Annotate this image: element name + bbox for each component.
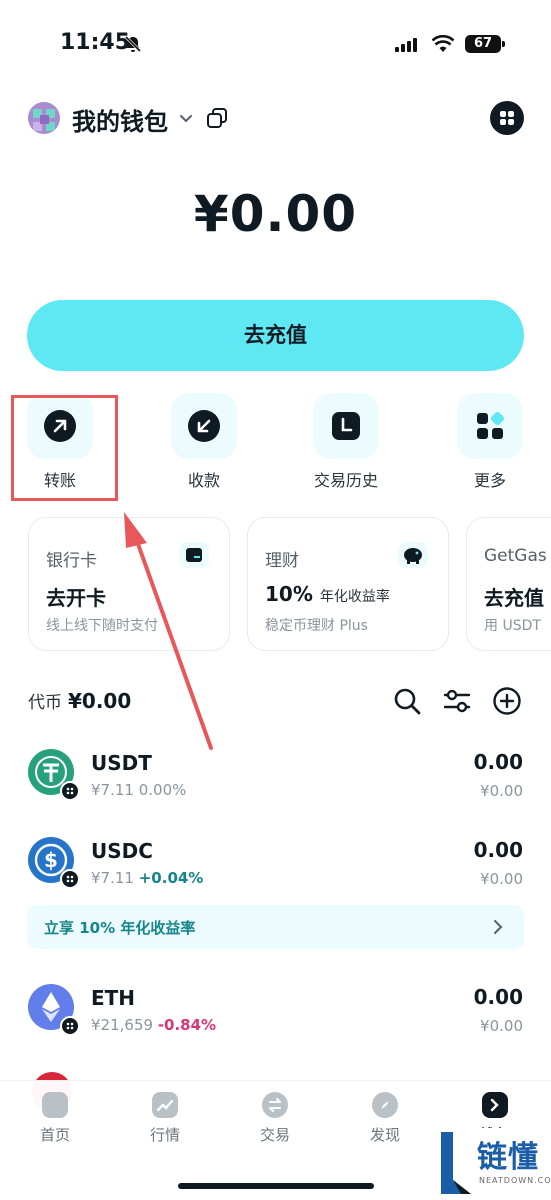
token-amount: 0.00: [473, 985, 523, 1009]
history-icon: [332, 412, 360, 440]
discover-icon[interactable]: [372, 1092, 398, 1118]
token-value: ¥0.00: [480, 782, 523, 800]
apy-value: 10%: [265, 582, 313, 606]
token-change: 0.00%: [138, 781, 187, 799]
watermark-text: 链懂: [477, 1140, 539, 1175]
topup-button[interactable]: 去充值: [27, 300, 524, 371]
signal-icon: [395, 38, 417, 52]
eth-logo-icon: [28, 984, 80, 1036]
total-balance: ¥0.00: [193, 185, 358, 243]
chain-badge-icon: [60, 869, 80, 889]
more-label: 更多: [473, 471, 506, 490]
watermark-sub: NEATDOWN.COM: [479, 1176, 551, 1185]
card-main: 10% 年化收益率: [265, 582, 390, 606]
card-title: 理财: [265, 551, 299, 571]
wallet-title[interactable]: 我的钱包: [72, 102, 168, 137]
watermark-l-icon: [441, 1132, 471, 1194]
card-sub: 线上线下随时支付: [46, 618, 158, 634]
token-name: ETH: [91, 986, 136, 1010]
watermark-logo: 链懂 NEATDOWN.COM: [435, 1128, 551, 1200]
earn-promo-banner[interactable]: 立享 10% 年化收益率: [27, 905, 524, 949]
token-name: USDT: [91, 751, 152, 775]
trade-icon[interactable]: [262, 1092, 288, 1118]
more-grid-icon: [477, 411, 505, 439]
usdt-logo-icon: [28, 749, 80, 801]
nav-home[interactable]: 首页: [15, 1124, 95, 1145]
chevron-down-icon[interactable]: [178, 110, 194, 126]
card-title: GetGas: [484, 546, 547, 566]
token-amount: 0.00: [473, 750, 523, 774]
apy-label: 年化收益率: [319, 589, 390, 605]
usdc-logo-icon: $: [28, 837, 80, 889]
token-row-usdc[interactable]: [0, 833, 551, 893]
receive-button[interactable]: [171, 393, 237, 459]
tokens-header: 代币 ¥0.00: [28, 688, 131, 713]
home-indicator: [178, 1183, 374, 1189]
bell-muted-icon: [124, 35, 142, 53]
getgas-card[interactable]: GetGas 去充值 用 USDT: [466, 517, 551, 651]
add-token-icon[interactable]: [492, 686, 522, 716]
promo-text: 立享 10% 年化收益率: [44, 919, 196, 937]
token-name: USDC: [91, 839, 153, 863]
filter-icon[interactable]: [442, 686, 472, 716]
home-icon[interactable]: [42, 1092, 68, 1118]
card-main: 去充值: [484, 586, 544, 610]
apps-grid-button[interactable]: [490, 101, 524, 135]
search-icon[interactable]: [392, 686, 422, 716]
receive-arrow-icon: [197, 419, 211, 433]
svg-text:$: $: [44, 848, 58, 872]
token-price: ¥7.11 +0.04%: [91, 869, 204, 887]
market-icon[interactable]: [152, 1092, 178, 1118]
token-change: +0.04%: [138, 869, 204, 887]
earn-card[interactable]: 理财 10% 年化收益率 稳定币理财 Plus: [247, 517, 449, 651]
token-row-eth[interactable]: [0, 980, 551, 1040]
avatar[interactable]: [28, 102, 60, 134]
chain-badge-icon: [60, 781, 80, 801]
token-change: -0.84%: [157, 1016, 217, 1034]
token-value: ¥0.00: [480, 1017, 523, 1035]
status-time: 11:45: [60, 30, 131, 55]
copy-icon[interactable]: [206, 107, 228, 129]
receive-label: 收款: [187, 471, 220, 490]
card-title: 银行卡: [46, 551, 97, 571]
piggy-bank-icon: [398, 542, 428, 568]
tokens-total: ¥0.00: [68, 689, 132, 713]
token-amount: 0.00: [473, 838, 523, 862]
history-label: 交易历史: [313, 471, 378, 490]
card-sub: 稳定币理财 Plus: [265, 618, 368, 634]
nav-trade[interactable]: 交易: [235, 1124, 315, 1145]
token-value: ¥0.00: [480, 870, 523, 888]
nav-market[interactable]: 行情: [125, 1124, 205, 1145]
token-price: ¥21,659 -0.84%: [91, 1016, 217, 1034]
more-button[interactable]: [457, 393, 523, 459]
wifi-icon: [432, 35, 454, 52]
card-main: 去开卡: [46, 586, 106, 610]
history-button[interactable]: [313, 393, 379, 459]
grid-icon: [500, 111, 514, 125]
nav-discover[interactable]: 发现: [345, 1124, 425, 1145]
wallet-icon[interactable]: [482, 1092, 508, 1118]
chevron-right-icon: [494, 920, 503, 934]
annotation-highlight-box: [11, 395, 118, 501]
chain-badge-icon: [60, 1016, 80, 1036]
tokens-label: 代币: [28, 693, 62, 713]
card-sub: 用 USDT: [484, 618, 541, 634]
bank-card[interactable]: 银行卡 去开卡 线上线下随时支付: [28, 517, 230, 651]
card-icon: [179, 542, 209, 568]
token-row-usdt[interactable]: [0, 745, 551, 805]
battery-level: 67: [465, 35, 505, 53]
token-price: ¥7.11 0.00%: [91, 781, 187, 799]
